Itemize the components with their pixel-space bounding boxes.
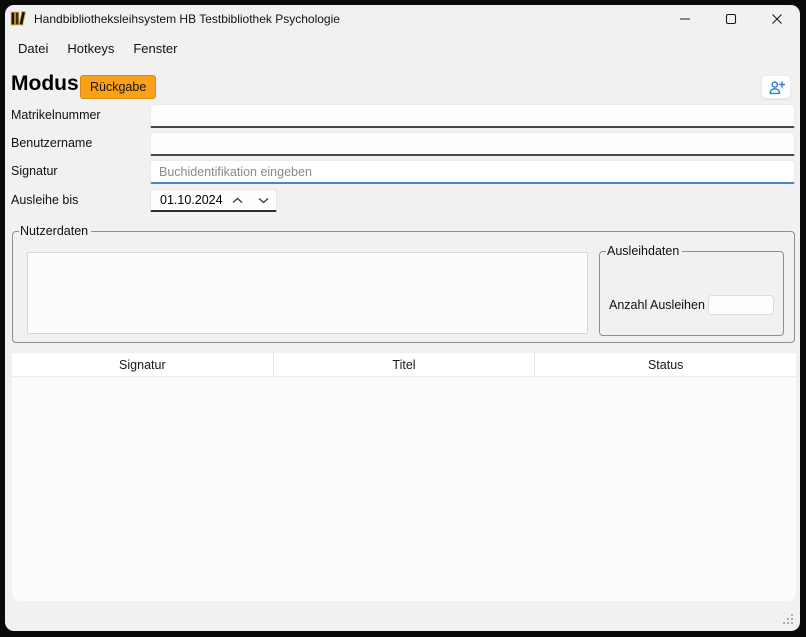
spinner-down-button[interactable] <box>250 190 276 210</box>
nutzerdaten-groupbox: Nutzerdaten Ausleihdaten Anzahl Ausleihe… <box>12 224 795 343</box>
loans-table-header: Signatur Titel Status <box>12 353 796 377</box>
benutzername-label: Benutzername <box>11 136 92 150</box>
ausleihe-bis-spinner[interactable]: 01.10.2024 <box>150 189 277 212</box>
chevron-up-icon <box>232 197 243 204</box>
maximize-button[interactable] <box>708 5 754 32</box>
benutzername-input[interactable] <box>150 132 795 156</box>
menu-item-hotkeys[interactable]: Hotkeys <box>61 37 120 60</box>
ausleihdaten-legend: Ausleihdaten <box>606 244 682 258</box>
titlebar: Handbibliotheksleihsystem HB Testbibliot… <box>5 5 800 32</box>
resize-grip-icon[interactable] <box>782 612 794 624</box>
anzahl-ausleihen-input[interactable] <box>708 295 774 315</box>
chevron-down-icon <box>258 197 269 204</box>
matrikelnummer-input[interactable] <box>150 104 795 128</box>
app-window: Handbibliotheksleihsystem HB Testbibliot… <box>5 5 800 631</box>
menubar: Datei Hotkeys Fenster <box>5 32 800 65</box>
column-header-signatur[interactable]: Signatur <box>12 353 274 376</box>
signatur-row: Signatur <box>5 160 800 184</box>
books-icon <box>10 10 27 27</box>
page-title: Modus <box>11 72 79 96</box>
nutzerdaten-textarea[interactable] <box>27 252 588 334</box>
close-button[interactable] <box>754 5 800 32</box>
loans-table-body <box>12 377 796 601</box>
window-controls <box>662 5 800 32</box>
column-header-status[interactable]: Status <box>535 353 796 376</box>
spinner-up-button[interactable] <box>224 190 250 210</box>
ausleihe-bis-value: 01.10.2024 <box>151 193 224 207</box>
loans-table: Signatur Titel Status <box>12 353 796 601</box>
benutzername-row: Benutzername <box>5 132 800 156</box>
window-title: Handbibliotheksleihsystem HB Testbibliot… <box>34 12 340 26</box>
person-add-icon <box>768 80 785 95</box>
add-user-button[interactable] <box>761 75 791 99</box>
minimize-button[interactable] <box>662 5 708 32</box>
anzahl-ausleihen-label: Anzahl Ausleihen <box>609 298 708 312</box>
menu-item-fenster[interactable]: Fenster <box>127 37 183 60</box>
anzahl-ausleihen-row: Anzahl Ausleihen <box>609 294 774 316</box>
matrikelnummer-label: Matrikelnummer <box>11 108 101 122</box>
mode-badge[interactable]: Rückgabe <box>80 75 156 99</box>
ausleihe-bis-row: Ausleihe bis 01.10.2024 <box>5 189 800 213</box>
nutzerdaten-legend: Nutzerdaten <box>19 224 91 238</box>
signatur-input[interactable] <box>150 160 795 184</box>
matrikelnummer-row: Matrikelnummer <box>5 104 800 128</box>
column-header-titel[interactable]: Titel <box>274 353 536 376</box>
ausleihdaten-groupbox: Ausleihdaten Anzahl Ausleihen <box>599 244 784 336</box>
menu-item-datei[interactable]: Datei <box>12 37 54 60</box>
signatur-label: Signatur <box>11 164 58 178</box>
ausleihe-bis-label: Ausleihe bis <box>11 193 78 207</box>
